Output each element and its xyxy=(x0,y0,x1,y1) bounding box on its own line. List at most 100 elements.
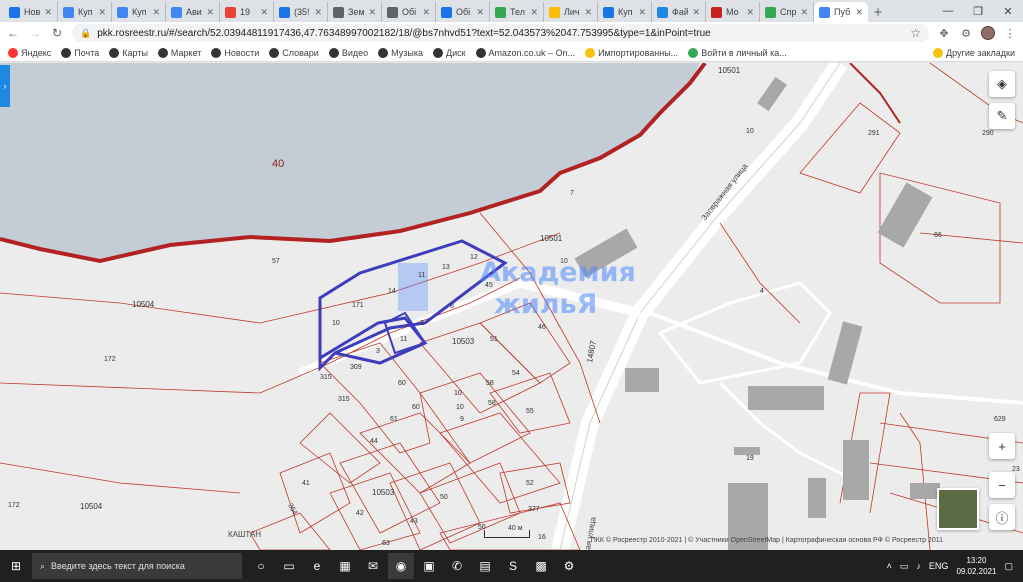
windows-start-icon[interactable]: ⊞ xyxy=(0,550,32,582)
side-panel-toggle[interactable]: › xyxy=(0,65,10,107)
skype-icon[interactable]: S xyxy=(500,553,526,579)
minimize-icon[interactable]: — xyxy=(933,0,963,22)
browser-tab[interactable]: Пуб ✕ xyxy=(814,2,868,22)
tab-close-icon[interactable]: ✕ xyxy=(368,7,376,18)
cadastral-map[interactable]: Академия жильЯ 40 Заовражная улица КАШТА… xyxy=(0,63,1023,550)
info-icon[interactable]: ⓘ xyxy=(989,504,1015,530)
profile-avatar[interactable] xyxy=(981,26,995,40)
tab-close-icon[interactable]: ✕ xyxy=(152,7,160,18)
network-icon[interactable]: ▭ xyxy=(900,561,909,572)
tab-close-icon[interactable]: ✕ xyxy=(476,7,484,18)
bookmark-item[interactable]: Почта xyxy=(61,47,99,58)
zoom-in-button[interactable]: + xyxy=(989,433,1015,459)
clock[interactable]: 13:20 09.02.2021 xyxy=(956,555,996,577)
browser-tab[interactable]: Куп ✕ xyxy=(58,2,112,22)
tab-close-icon[interactable]: ✕ xyxy=(422,7,430,18)
browser-tab[interactable]: Ави ✕ xyxy=(166,2,220,22)
back-icon[interactable]: ← xyxy=(6,26,20,40)
parcel-label: 58 xyxy=(488,400,496,407)
browser-tab[interactable]: 19 ✕ xyxy=(220,2,274,22)
parcel-label: 14 xyxy=(388,288,396,295)
browser-tab[interactable]: Куп ✕ xyxy=(112,2,166,22)
browser-tab[interactable]: (35! ✕ xyxy=(274,2,328,22)
browser-tab[interactable]: Зем ✕ xyxy=(328,2,382,22)
extensions-icon[interactable]: ✥ xyxy=(937,26,951,40)
browser-tab[interactable]: Фай ✕ xyxy=(652,2,706,22)
basemap-thumbnail[interactable] xyxy=(937,488,979,530)
bookmark-label: Новости xyxy=(224,47,260,58)
browser-tab[interactable]: Обі ✕ xyxy=(436,2,490,22)
tab-close-icon[interactable]: ✕ xyxy=(98,7,106,18)
settings-icon[interactable]: ⚙ xyxy=(556,553,582,579)
browser-tab[interactable]: Мо ✕ xyxy=(706,2,760,22)
window-controls: — ❐ ✕ xyxy=(933,0,1023,22)
zoom-out-button[interactable]: − xyxy=(989,472,1015,498)
bookmark-item[interactable]: Amazon.co.uk – On... xyxy=(475,47,575,58)
mail-icon[interactable]: ✉ xyxy=(360,553,386,579)
bookmark-item[interactable]: Карты xyxy=(109,47,148,58)
bookmark-favicon-icon xyxy=(157,47,168,58)
edge-icon[interactable]: e xyxy=(304,553,330,579)
browser-tab[interactable]: Лич ✕ xyxy=(544,2,598,22)
tab-close-icon[interactable]: ✕ xyxy=(746,7,754,18)
reload-icon[interactable]: ↻ xyxy=(50,26,64,40)
tab-label: (35! xyxy=(294,7,310,17)
browser-tab[interactable]: Нов ✕ xyxy=(4,2,58,22)
language-indicator[interactable]: ENG xyxy=(929,561,949,571)
tab-label: Обі xyxy=(402,7,417,17)
photos-icon[interactable]: ▣ xyxy=(416,553,442,579)
forward-icon[interactable]: → xyxy=(28,26,42,40)
close-window-icon[interactable]: ✕ xyxy=(993,0,1023,22)
menu-icon[interactable]: ⋮ xyxy=(1003,26,1017,40)
parcel-label: 10 xyxy=(746,128,754,135)
browser-tab[interactable]: Куп ✕ xyxy=(598,2,652,22)
files-icon[interactable]: ▤ xyxy=(472,553,498,579)
parcel-label: 42 xyxy=(356,510,364,517)
chrome-icon[interactable]: ◉ xyxy=(388,553,414,579)
browser-tab[interactable]: Тел ✕ xyxy=(490,2,544,22)
volume-icon[interactable]: ♪ xyxy=(916,561,921,571)
bookmark-item[interactable]: Словари xyxy=(269,47,319,58)
ruler-icon[interactable]: ✎ xyxy=(989,103,1015,129)
other-bookmarks[interactable]: Другие закладки xyxy=(933,47,1015,58)
bookmark-item[interactable]: Маркет xyxy=(157,47,201,58)
bookmark-item[interactable]: Новости xyxy=(211,47,260,58)
browser-tab[interactable]: Обі ✕ xyxy=(382,2,436,22)
photo-viewer-icon[interactable]: ▩ xyxy=(528,553,554,579)
tab-close-icon[interactable]: ✕ xyxy=(314,7,322,18)
bookmark-item[interactable]: Видео xyxy=(328,47,368,58)
tab-close-icon[interactable]: ✕ xyxy=(584,7,592,18)
tab-close-icon[interactable]: ✕ xyxy=(260,7,268,18)
puzzle-icon[interactable]: ⚙ xyxy=(959,26,973,40)
maximize-icon[interactable]: ❐ xyxy=(963,0,993,22)
notifications-icon[interactable]: ▢ xyxy=(1004,561,1013,572)
bookmark-star-icon[interactable]: ☆ xyxy=(910,26,921,40)
whatsapp-icon[interactable]: ✆ xyxy=(444,553,470,579)
browser-tab[interactable]: Спр ✕ xyxy=(760,2,814,22)
tab-close-icon[interactable]: ✕ xyxy=(692,7,700,18)
lock-icon: 🔒 xyxy=(80,27,92,38)
bookmark-item[interactable]: Войти в личный ка... xyxy=(688,47,787,58)
tray-chevron-icon[interactable]: ˄ xyxy=(887,561,892,571)
tab-close-icon[interactable]: ✕ xyxy=(206,7,214,18)
tab-close-icon[interactable]: ✕ xyxy=(638,7,646,18)
tab-label: Ави xyxy=(186,7,202,17)
store-icon[interactable]: ▦ xyxy=(332,553,358,579)
cortana-icon[interactable]: ○ xyxy=(248,553,274,579)
tab-close-icon[interactable]: ✕ xyxy=(800,7,808,18)
tab-close-icon[interactable]: ✕ xyxy=(855,7,863,18)
bookmark-item[interactable]: Импортированны... xyxy=(585,47,678,58)
bookmark-item[interactable]: Музыка xyxy=(378,47,423,58)
map-canvas[interactable]: Академия жильЯ 40 Заовражная улица КАШТА… xyxy=(0,63,1023,550)
watermark-line2: жильЯ xyxy=(494,289,597,320)
layers-icon[interactable]: ◈ xyxy=(989,71,1015,97)
taskbar-search[interactable]: ⌕ Введите здесь текст для поиска xyxy=(32,553,242,579)
address-bar[interactable]: 🔒 pkk.rosreestr.ru/#/search/52.039448119… xyxy=(72,24,929,42)
bookmark-item[interactable]: Диск xyxy=(432,47,466,58)
new-tab-button[interactable]: + xyxy=(868,2,888,22)
tab-close-icon[interactable]: ✕ xyxy=(44,7,52,18)
bookmark-item[interactable]: Яндекс xyxy=(8,47,51,58)
task-view-icon[interactable]: ▭ xyxy=(276,553,302,579)
parcel-label: 10 xyxy=(454,390,462,397)
tab-close-icon[interactable]: ✕ xyxy=(530,7,538,18)
